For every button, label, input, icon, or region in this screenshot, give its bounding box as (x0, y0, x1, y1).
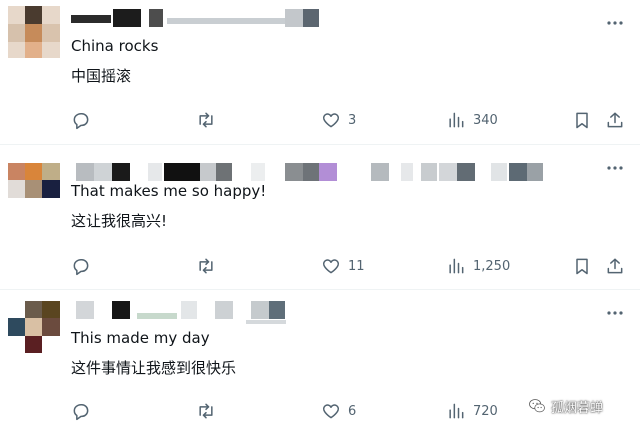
more-options-button[interactable] (606, 304, 624, 322)
like-button[interactable]: 3 (321, 108, 356, 132)
reply-icon (73, 404, 89, 421)
retweet-icon (199, 403, 213, 419)
views-count: 1,250 (473, 258, 511, 274)
retweet-button[interactable] (196, 108, 216, 132)
reply-button[interactable] (71, 399, 91, 423)
views-count: 340 (473, 112, 498, 128)
action-bar: 3 340 (0, 108, 640, 132)
like-button[interactable]: 6 (321, 399, 356, 423)
action-bar: 11 1,250 (0, 254, 640, 278)
reply-translation: 中国摇滚 (71, 67, 132, 85)
views-button[interactable]: 340 (446, 108, 498, 132)
reply-item[interactable]: China rocks 中国摇滚 3 340 (0, 0, 640, 145)
retweet-button[interactable] (196, 399, 216, 423)
views-icon (449, 258, 464, 274)
avatar[interactable] (8, 301, 60, 353)
more-icon (607, 311, 623, 315)
share-button[interactable] (605, 254, 625, 278)
bookmark-button[interactable] (572, 108, 592, 132)
share-icon (607, 258, 623, 274)
reply-text: That makes me so happy! (71, 182, 267, 200)
reply-text: This made my day (71, 329, 210, 347)
reply-icon (73, 259, 89, 276)
retweet-icon (199, 258, 213, 274)
views-count: 720 (473, 403, 498, 419)
like-icon (322, 259, 340, 274)
avatar[interactable] (8, 163, 60, 215)
like-count: 11 (348, 258, 365, 274)
watermark: 孤烟暮蝉 (528, 395, 603, 417)
views-icon (449, 403, 464, 419)
share-button[interactable] (605, 108, 625, 132)
views-icon (449, 112, 464, 128)
reply-button[interactable] (71, 254, 91, 278)
retweet-icon (199, 112, 213, 128)
reply-item[interactable]: That makes me so happy! 这让我很高兴! 11 1,250 (0, 145, 640, 290)
like-icon (322, 404, 340, 419)
more-options-button[interactable] (606, 159, 624, 177)
bookmark-icon (576, 112, 588, 129)
retweet-button[interactable] (196, 254, 216, 278)
reply-text: China rocks (71, 37, 159, 55)
reply-translation: 这件事情让我感到很快乐 (71, 359, 237, 377)
bookmark-button[interactable] (572, 254, 592, 278)
views-button[interactable]: 720 (446, 399, 498, 423)
like-button[interactable]: 11 (321, 254, 365, 278)
author-header[interactable] (71, 163, 551, 183)
like-count: 6 (348, 403, 357, 419)
like-count: 3 (348, 112, 357, 128)
reply-icon (73, 113, 89, 130)
reply-translation: 这让我很高兴! (71, 212, 168, 230)
more-options-button[interactable] (606, 14, 624, 32)
more-icon (607, 21, 623, 25)
reply-button[interactable] (71, 108, 91, 132)
share-icon (607, 112, 623, 128)
like-icon (322, 113, 340, 128)
wechat-icon (529, 399, 545, 413)
bookmark-icon (576, 258, 588, 275)
views-button[interactable]: 1,250 (446, 254, 510, 278)
watermark-text: 孤烟暮蝉 (551, 400, 604, 416)
author-header[interactable] (71, 9, 331, 29)
avatar[interactable] (8, 6, 60, 58)
more-icon (607, 166, 623, 170)
author-header[interactable] (71, 301, 301, 324)
